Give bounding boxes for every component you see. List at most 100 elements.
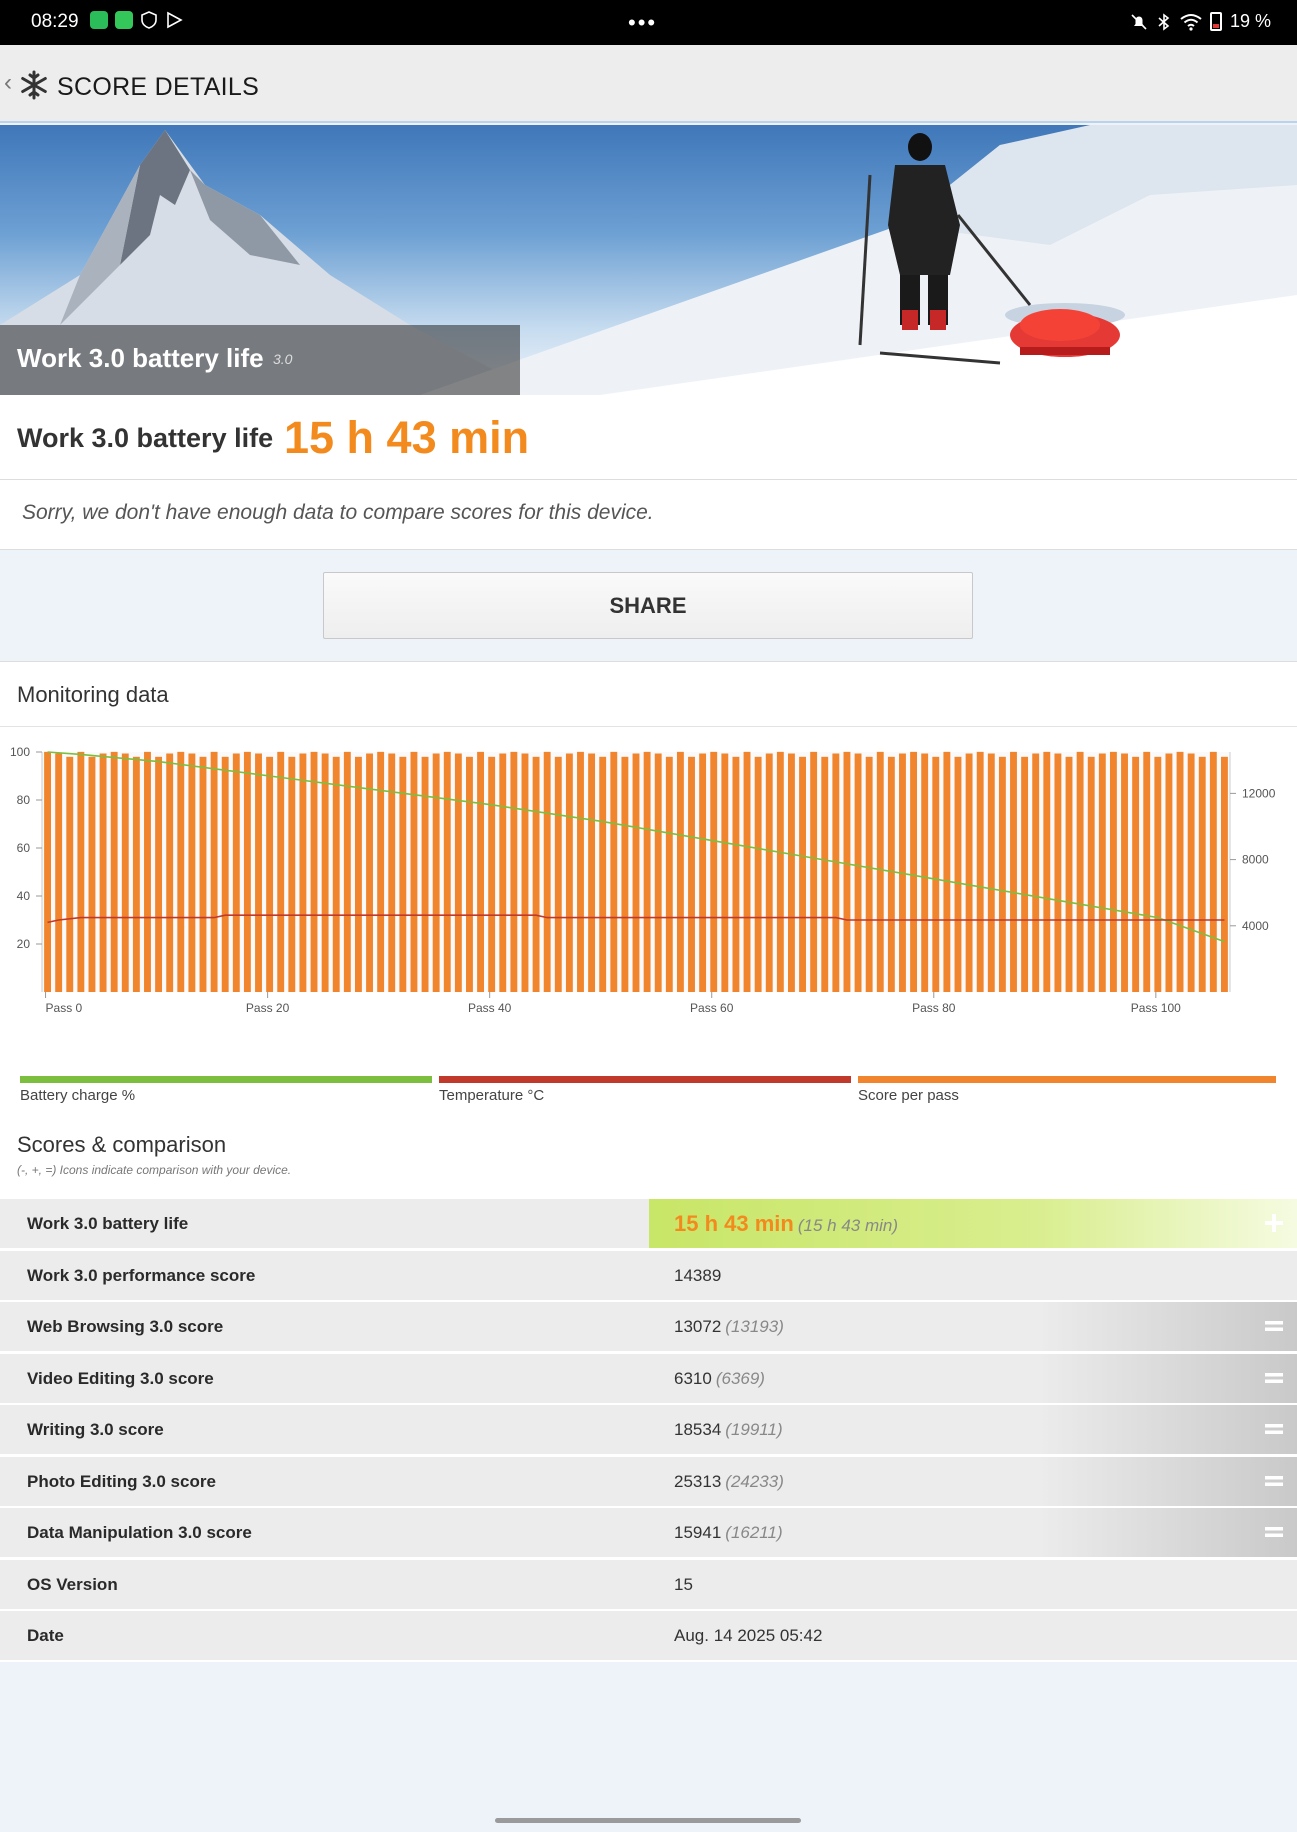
score-bar — [565, 753, 573, 992]
row-label: Web Browsing 3.0 score — [27, 1317, 224, 1336]
scores-title: Scores & comparison — [17, 1132, 227, 1157]
system-icons: 19 % — [1130, 11, 1271, 32]
score-bar — [854, 753, 862, 992]
score-bar — [477, 751, 485, 992]
table-row: Writing 3.0 score 18534 (19911) — [0, 1405, 1297, 1454]
score-bar — [221, 756, 229, 992]
score-bar — [554, 756, 562, 992]
legend-score-label: Score per pass — [858, 1087, 959, 1104]
score-bar — [643, 751, 651, 992]
row-value: Aug. 14 2025 05:42 — [674, 1626, 823, 1645]
score-bar — [577, 751, 584, 992]
score-bar — [1209, 751, 1217, 992]
legend-battery: Battery charge % — [20, 1076, 432, 1106]
score-bar — [887, 756, 895, 992]
score-bar — [654, 753, 662, 992]
score-bar — [432, 753, 440, 992]
score-bar — [266, 756, 274, 992]
scores-table: Work 3.0 battery life 15 h 43 min (15 h 4… — [0, 1199, 1297, 1663]
score-bar — [976, 751, 984, 992]
mute-icon — [1131, 13, 1147, 30]
score-bar — [466, 756, 473, 992]
row-value-cell: 6310 (6369) — [649, 1353, 1297, 1403]
score-bar — [1087, 756, 1095, 992]
legend-score: Score per pass — [858, 1076, 1276, 1106]
score-bar — [1021, 756, 1029, 992]
score-bar — [288, 756, 296, 992]
score-bar — [1187, 753, 1195, 992]
row-value-cell: Aug. 14 2025 05:42 — [649, 1611, 1297, 1660]
table-row: Photo Editing 3.0 score 25313 (24233) — [0, 1456, 1297, 1506]
score-bar — [1143, 751, 1151, 992]
score-bar — [532, 756, 540, 992]
left-tick-label: 80 — [17, 793, 31, 807]
right-tick-label: 12000 — [1242, 786, 1276, 800]
row-label: Writing 3.0 score — [27, 1420, 164, 1439]
status-bar: 08:29 ••• 19 % — [0, 0, 1297, 45]
score-bar — [599, 756, 607, 992]
result-card: Work 3.0 battery life 15 h 43 min Sorry,… — [0, 395, 1297, 550]
score-bar — [44, 751, 51, 992]
score-bar — [1176, 751, 1184, 992]
app-bar: ‹ SCORE DETAILS — [0, 45, 1297, 123]
score-bar — [776, 751, 784, 992]
score-bar — [421, 756, 429, 992]
row-value-cell: 15941 (16211) — [649, 1508, 1297, 1557]
battery-percent: 19 % — [1229, 11, 1271, 31]
equal-icon — [1265, 1321, 1283, 1331]
row-compare: (6369) — [715, 1368, 765, 1388]
legend-battery-swatch — [20, 1076, 432, 1083]
score-bar — [676, 751, 684, 992]
score-bar — [932, 756, 940, 992]
row-compare: (24233) — [725, 1471, 784, 1491]
score-bar — [332, 756, 340, 992]
score-bar — [1165, 753, 1173, 992]
score-bar — [399, 756, 407, 992]
score-bar — [199, 756, 207, 992]
score-bar — [754, 756, 762, 992]
share-button[interactable]: SHARE — [323, 572, 973, 639]
shield-app-icon — [115, 11, 133, 29]
hero-title: Work 3.0 battery life — [17, 343, 264, 373]
row-compare: (19911) — [725, 1420, 783, 1439]
score-bar — [910, 751, 918, 992]
row-value-cell: 13072 (13193) — [649, 1302, 1297, 1351]
home-indicator[interactable] — [495, 1818, 801, 1823]
row-label: Work 3.0 battery life — [27, 1214, 189, 1233]
row-label: Data Manipulation 3.0 score — [27, 1523, 252, 1542]
legend-temperature-swatch — [439, 1076, 851, 1083]
score-bar — [588, 753, 596, 992]
score-bar — [454, 753, 462, 992]
row-value-cell: 15 h 43 min (15 h 43 min) — [649, 1199, 1297, 1248]
score-bar — [243, 751, 251, 992]
back-icon[interactable]: ‹ — [4, 69, 12, 97]
score-bar — [99, 753, 107, 992]
score-bar — [1121, 753, 1128, 992]
score-bar — [121, 753, 129, 992]
status-time: 08:29 — [31, 11, 79, 32]
row-value: 18534 — [674, 1420, 722, 1439]
divider — [0, 726, 1297, 727]
row-value-cell: 15 — [649, 1560, 1297, 1609]
play-store-icon — [167, 11, 183, 29]
score-bar — [177, 751, 185, 992]
right-tick-label: 4000 — [1242, 919, 1269, 933]
score-bar — [610, 751, 618, 992]
row-compare: (15 h 43 min) — [797, 1216, 899, 1235]
score-bar — [55, 753, 63, 992]
divider — [0, 479, 1297, 480]
hero-version: 3.0 — [273, 351, 293, 367]
legend-temperature-label: Temperature °C — [439, 1087, 545, 1104]
score-bar — [66, 756, 74, 992]
left-tick-label: 20 — [17, 937, 31, 951]
page-title: SCORE DETAILS — [57, 73, 260, 101]
score-bar — [987, 753, 995, 992]
score-bar — [1076, 751, 1084, 992]
score-bar — [410, 751, 418, 992]
score-bar — [765, 753, 773, 992]
legend-temperature: Temperature °C — [439, 1076, 851, 1106]
score-bar — [388, 753, 396, 992]
score-bar — [166, 753, 174, 992]
table-row: Video Editing 3.0 score 6310 (6369) — [0, 1353, 1297, 1403]
score-bar — [144, 751, 151, 992]
